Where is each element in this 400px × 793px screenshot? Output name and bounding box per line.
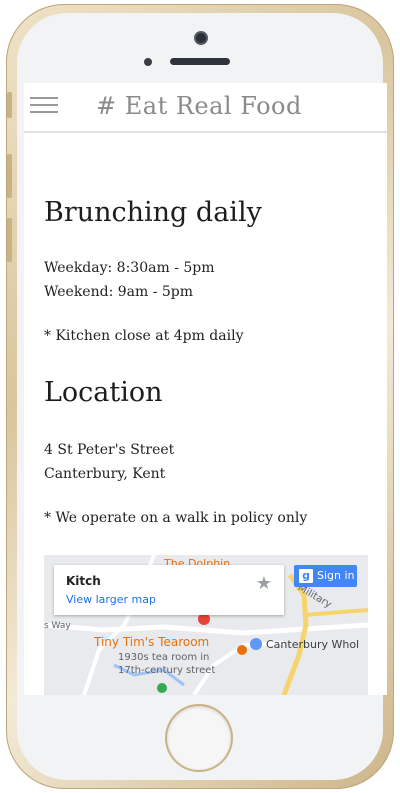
- silent-switch: [7, 92, 12, 118]
- signin-label: Sign in: [317, 569, 355, 582]
- map-place-card: Kitch View larger map ★: [54, 565, 284, 615]
- proximity-sensor: [144, 58, 152, 66]
- screen: # Eat Real Food Brunching daily Weekday:…: [24, 83, 387, 695]
- map-label-tearoom: Tiny Tim's Tearoom: [94, 635, 210, 649]
- map-signin-button[interactable]: g Sign in: [294, 565, 357, 587]
- volume-up-button: [7, 154, 12, 198]
- app-header: # Eat Real Food: [24, 83, 387, 133]
- map-label-way: s Way: [44, 621, 71, 631]
- kitchen-note: * Kitchen close at 4pm daily: [44, 328, 244, 344]
- menu-icon[interactable]: [30, 97, 58, 113]
- location-heading: Location: [44, 377, 163, 408]
- view-larger-map-link[interactable]: View larger map: [66, 593, 156, 606]
- home-button[interactable]: [167, 706, 231, 770]
- place-name: Kitch: [66, 574, 101, 588]
- google-g-icon: g: [299, 569, 313, 583]
- brand-title: # Eat Real Food: [96, 92, 302, 120]
- weekday-hours: Weekday: 8:30am - 5pm: [44, 260, 215, 276]
- volume-down-button: [7, 218, 12, 262]
- star-icon[interactable]: ★: [256, 573, 272, 594]
- map-label-canterbury: Canterbury Whol: [266, 638, 360, 651]
- earpiece-speaker: [170, 58, 230, 65]
- policy-note: * We operate on a walk in policy only: [44, 510, 308, 526]
- address-line-2: Canterbury, Kent: [44, 466, 166, 482]
- address-line-1: 4 St Peter's Street: [44, 442, 175, 458]
- map-label-tearoom-desc-2: 17th-century street: [118, 665, 216, 676]
- front-camera: [196, 33, 206, 43]
- map-label-tearoom-desc-1: 1930s tea room in: [118, 652, 210, 663]
- weekend-hours: Weekend: 9am - 5pm: [44, 284, 194, 300]
- hours-heading: Brunching daily: [44, 197, 262, 228]
- embedded-map[interactable]: The Dolphin Military s Way Tiny Tim's Te…: [44, 555, 368, 695]
